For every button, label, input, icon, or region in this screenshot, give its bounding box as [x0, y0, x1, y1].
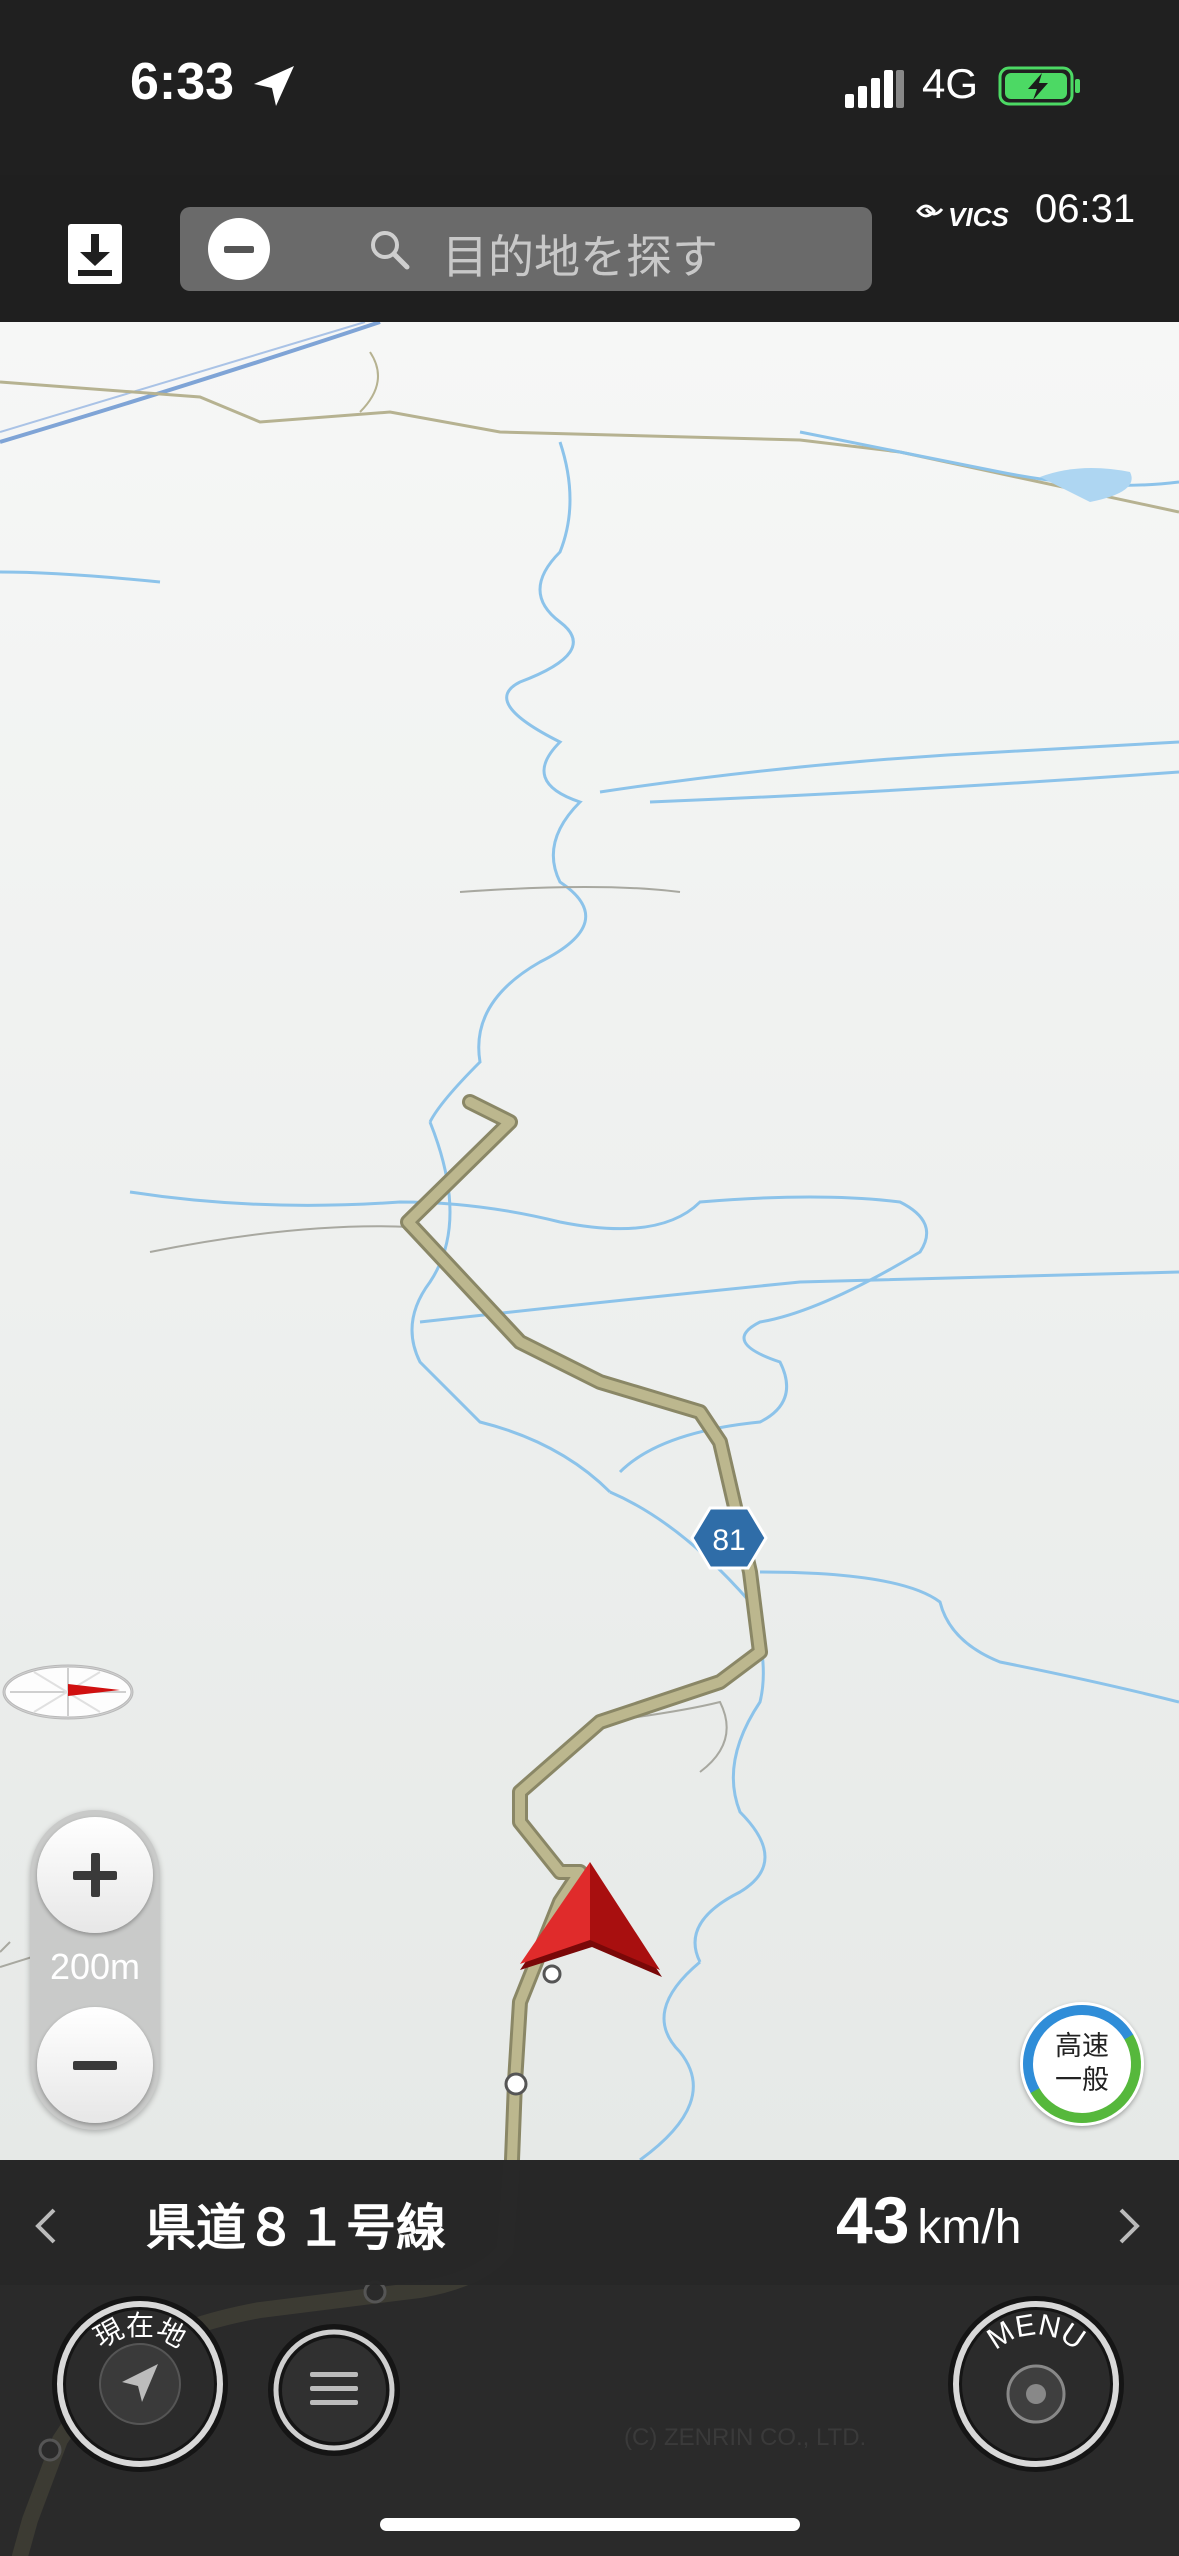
speed-value: 43 [836, 2183, 910, 2257]
navigation-top-bar: 目的地を探す VICS 06:31 [0, 175, 1179, 322]
download-icon[interactable] [66, 220, 124, 286]
map-copyright: (C) ZENRIN CO., LTD. [624, 2424, 867, 2451]
home-indicator[interactable] [380, 2518, 800, 2531]
zoom-control: 200m [30, 1810, 160, 2130]
toggle-label: 高速 一般 [1020, 2030, 1144, 2098]
search-icon [371, 231, 410, 270]
route-shield: 81 [690, 1506, 768, 1570]
current-location-button[interactable]: 現在地 [50, 2294, 230, 2474]
chevron-right-icon[interactable] [1115, 2206, 1145, 2246]
current-speed: 43 km/h [836, 2182, 1021, 2258]
current-road-name: 県道８１号線 [146, 2199, 446, 2257]
route-node [504, 2072, 528, 2096]
destination-search-bar[interactable]: 目的地を探す [180, 207, 872, 291]
signal-bars-icon [845, 70, 904, 108]
status-bar: 6:33 4G [0, 0, 1179, 175]
status-time: 6:33 [130, 53, 235, 111]
speed-unit: km/h [917, 2201, 1022, 2254]
vics-logo: VICS [916, 202, 1009, 232]
zoom-out-button[interactable] [37, 2007, 153, 2123]
current-road-bar: 県道８１号線 43 km/h [0, 2160, 1179, 2285]
map-view[interactable]: 81 200m 高速 一般 [0, 322, 1179, 2160]
location-arrow-icon [254, 66, 294, 106]
list-menu-button[interactable] [266, 2322, 402, 2458]
route-node [542, 1964, 562, 1984]
vics-label: VICS [948, 202, 1009, 232]
toggle-label-general: 一般 [1055, 2065, 1109, 2096]
compass-icon[interactable] [0, 1660, 136, 1724]
battery-charging-icon [998, 66, 1080, 106]
network-type: 4G [922, 60, 979, 107]
zoom-in-button[interactable] [37, 1817, 153, 1933]
vics-update-time: 06:31 [1035, 187, 1136, 231]
bottom-panel: 県道８１号線 43 km/h 現在地 MENU (C) ZENRIN CO., … [0, 2160, 1179, 2556]
highway-general-toggle[interactable]: 高速 一般 [1020, 2002, 1144, 2126]
list-icon [310, 2372, 358, 2405]
map-canvas[interactable]: 81 [0, 322, 1179, 2160]
search-placeholder: 目的地を探す [442, 230, 718, 284]
menu-button[interactable]: MENU [946, 2294, 1126, 2474]
collapse-button[interactable] [208, 218, 270, 280]
map-scale-label: 200m [49, 1946, 141, 1987]
chevron-left-icon[interactable] [30, 2206, 60, 2246]
route-shield-number: 81 [712, 1524, 745, 1557]
toggle-label-highway: 高速 [1055, 2031, 1109, 2062]
